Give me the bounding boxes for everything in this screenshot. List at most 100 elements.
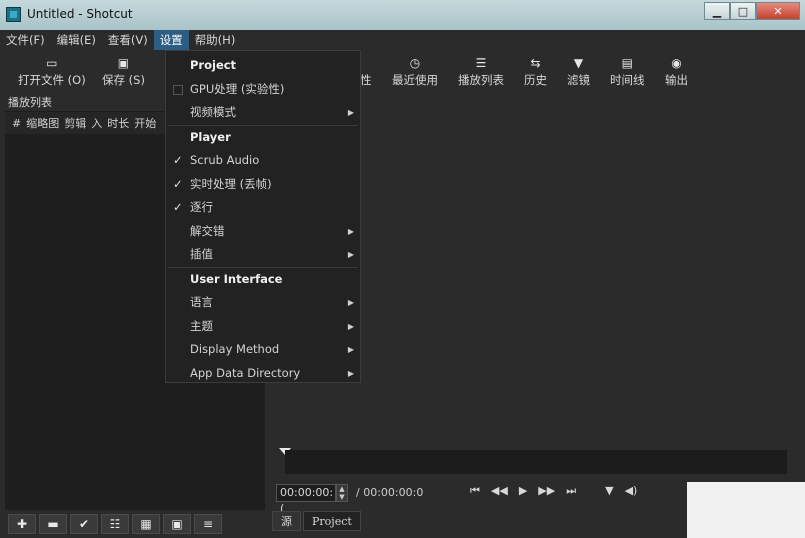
submenu-arrow-icon: ▶	[347, 250, 354, 259]
playlist-button[interactable]: ☰ 播放列表	[458, 54, 504, 88]
save-button[interactable]: ▣ 保存 (S)	[102, 54, 145, 88]
checkmark-icon: ✓	[173, 200, 183, 214]
add-icon[interactable]: ✚	[8, 514, 36, 534]
viewer-tabs: 源 Project	[272, 511, 361, 531]
volume-icon[interactable]: ◀)	[625, 484, 638, 498]
menu-help[interactable]: 帮助(H)	[189, 30, 242, 50]
menu-item-theme[interactable]: 主题 ▶	[166, 315, 360, 339]
export-icon: ◉	[671, 56, 682, 70]
shotcut-window: Untitled - Shotcut ▁ □ ✕ 文件(F) 编辑(E) 查看(…	[0, 0, 805, 538]
window-title: Untitled - Shotcut	[27, 7, 133, 21]
menu-item-language-label: 语言	[190, 295, 213, 309]
update-check-icon[interactable]: ✔	[70, 514, 98, 534]
dropdown-arrow-icon[interactable]: ▼	[605, 484, 613, 498]
menu-icon[interactable]: ≡	[194, 514, 222, 534]
menu-item-video-mode[interactable]: 视频模式 ▶	[166, 101, 360, 125]
recent-button[interactable]: ◷ 最近使用	[392, 54, 438, 88]
menu-item-language[interactable]: 语言 ▶	[166, 291, 360, 315]
column-thumbnail[interactable]: 缩略图	[26, 115, 59, 131]
filter-icon: ▼	[573, 56, 584, 70]
remove-icon[interactable]: ▬	[39, 514, 67, 534]
player-section-header: Player	[190, 129, 231, 144]
export-label: 输出	[665, 73, 688, 87]
folder-icon: ▭	[46, 56, 58, 70]
menu-item-gpu-label: GPU处理 (实验性)	[190, 81, 285, 96]
column-start[interactable]: 开始	[134, 115, 156, 131]
skip-previous-icon[interactable]: ⏮	[470, 484, 480, 498]
project-section-header: Project	[190, 58, 237, 72]
submenu-arrow-icon: ▶	[347, 298, 354, 307]
history-button[interactable]: ⇆ 历史	[524, 54, 547, 88]
menu-item-gpu[interactable]: GPU处理 (实验性)	[166, 78, 360, 102]
menu-item-deinterlacer[interactable]: 解交错 ▶	[166, 220, 360, 244]
menu-item-progressive-label: 逐行	[190, 200, 213, 214]
main-toolbar: ▭ 打开文件 (O) ▣ 保存 (S) 性 ◷ 最近使用 ☰ 播放列表 ⇆ 历史…	[0, 50, 805, 94]
tiles-view-icon[interactable]: ▦	[132, 514, 160, 534]
menu-item-progressive[interactable]: ✓ 逐行	[166, 196, 360, 220]
properties-button[interactable]: 性	[360, 54, 372, 88]
play-icon[interactable]: ▶	[519, 484, 527, 498]
column-duration[interactable]: 时长	[107, 115, 129, 131]
timeline-button[interactable]: ▤ 时间线	[610, 54, 645, 88]
menu-item-realtime-label: 实时处理 (丢帧)	[190, 176, 272, 191]
open-file-label: 打开文件 (O)	[18, 73, 86, 87]
menu-item-display-method-label: Display Method	[190, 342, 280, 356]
tab-project[interactable]: Project	[303, 511, 361, 531]
menu-file[interactable]: 文件(F)	[0, 30, 51, 50]
menu-settings[interactable]: 设置	[153, 30, 189, 50]
details-view-icon[interactable]: ☷	[101, 514, 129, 534]
history-icon: ⇆	[530, 56, 541, 70]
tab-source[interactable]: 源	[272, 511, 301, 531]
properties-label: 性	[360, 73, 372, 87]
timecode-spinner[interactable]: ▲ ▼	[336, 484, 348, 502]
save-icon: ▣	[117, 56, 130, 70]
settings-dropdown-menu: Project GPU处理 (实验性) 视频模式 ▶ Player ✓ Scru…	[165, 50, 361, 383]
duration-value: 00:00:00:0	[363, 486, 424, 499]
rewind-icon[interactable]: ◀◀	[491, 484, 508, 498]
column-index[interactable]: #	[12, 117, 21, 130]
submenu-arrow-icon: ▶	[347, 368, 354, 378]
column-clip[interactable]: 剪辑	[64, 115, 86, 131]
close-button[interactable]: ✕	[756, 2, 800, 20]
menu-item-theme-label: 主题	[190, 318, 213, 333]
checkmark-icon: ✓	[173, 176, 183, 191]
menu-item-scrub-audio[interactable]: ✓ Scrub Audio	[166, 149, 360, 173]
menu-item-realtime[interactable]: ✓ 实时处理 (丢帧)	[166, 173, 360, 197]
open-file-button[interactable]: ▭ 打开文件 (O)	[18, 54, 86, 88]
submenu-arrow-icon: ▶	[347, 226, 354, 236]
skip-next-icon[interactable]: ⏭	[566, 484, 576, 498]
position-timecode-input[interactable]: 00:00:00:(	[276, 484, 336, 515]
menu-item-interpolation[interactable]: 插值 ▶	[166, 243, 360, 267]
fast-forward-icon[interactable]: ▶▶	[538, 484, 555, 498]
menu-view[interactable]: 查看(V)	[102, 30, 154, 50]
background-paper	[687, 482, 805, 538]
menu-item-app-data-directory[interactable]: App Data Directory ▶	[166, 362, 360, 386]
menu-item-interpolation-label: 插值	[190, 247, 213, 261]
submenu-arrow-icon: ▶	[347, 321, 354, 331]
filters-label: 滤镜	[567, 73, 590, 87]
clock-icon: ◷	[409, 56, 421, 70]
gpu-checkbox-icon	[173, 84, 183, 95]
icons-view-icon[interactable]: ▣	[163, 514, 191, 534]
duration-separator: /	[356, 486, 360, 499]
submenu-arrow-icon: ▶	[347, 108, 354, 117]
menu-item-app-data-directory-label: App Data Directory	[190, 365, 301, 380]
menu-edit[interactable]: 编辑(E)	[51, 30, 102, 50]
properties-icon	[360, 54, 372, 72]
export-button[interactable]: ◉ 输出	[665, 54, 688, 88]
save-label: 保存 (S)	[102, 73, 145, 87]
duration-display: / 00:00:00:0	[356, 486, 423, 499]
playlist-button-bar: ✚ ▬ ✔ ☷ ▦ ▣ ≡	[5, 510, 265, 538]
filters-button[interactable]: ▼ 滤镜	[567, 54, 590, 88]
transport-controls: ⏮ ◀◀ ▶ ▶▶ ⏭ ▼ ◀)	[470, 484, 637, 498]
timeline-icon: ▤	[621, 56, 633, 70]
menu-bar: 文件(F) 编辑(E) 查看(V) 设置 帮助(H)	[0, 30, 805, 50]
scrub-bar[interactable]	[285, 450, 787, 474]
minimize-button[interactable]: ▁	[704, 2, 730, 20]
playlist-label: 播放列表	[458, 73, 504, 87]
menu-item-display-method[interactable]: Display Method ▶	[166, 338, 360, 362]
title-bar: Untitled - Shotcut ▁ □ ✕	[0, 0, 805, 30]
maximize-button[interactable]: □	[730, 2, 756, 20]
ui-section-header: User Interface	[190, 271, 283, 286]
column-in[interactable]: 入	[91, 115, 102, 131]
